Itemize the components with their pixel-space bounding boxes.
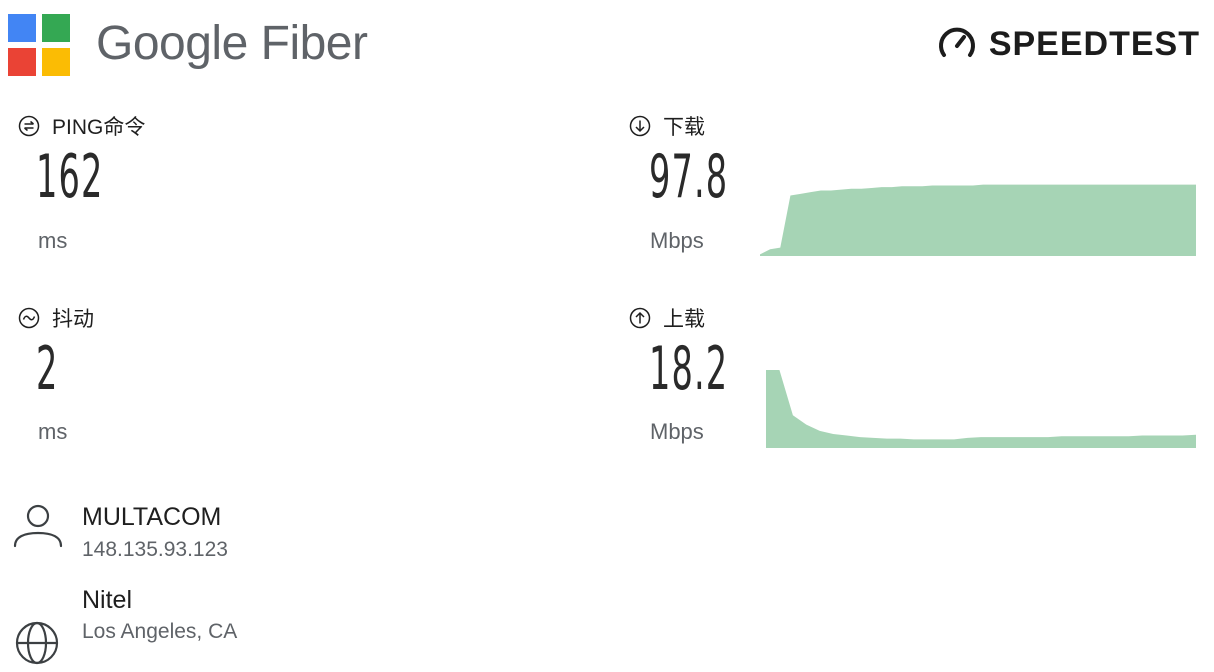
logo-red-petal <box>8 48 36 76</box>
jitter-unit: ms <box>38 419 68 444</box>
download-speed-chart <box>760 184 1196 256</box>
server-name: Nitel <box>82 586 133 614</box>
speedtest-label: SPEEDTEST <box>988 25 1200 63</box>
jitter-label: 抖动 <box>52 308 94 331</box>
logo-yellow-petal <box>42 48 70 76</box>
brand-name: Google Fiber <box>96 17 368 70</box>
download-label-row: 下载 <box>629 113 705 139</box>
upload-arrow-icon <box>629 307 651 329</box>
google-fiber-logo-icon <box>8 14 70 76</box>
user-icon <box>13 504 63 548</box>
download-unit: Mbps <box>650 228 704 253</box>
ping-value: 162 <box>36 142 104 212</box>
jitter-icon <box>18 307 40 329</box>
download-arrow-icon <box>629 115 651 137</box>
ping-label-row: PING命令 <box>18 113 145 139</box>
speedtest-results-page: Google Fiber SPEEDTEST PING命令 162 ms 抖动 … <box>0 0 1214 672</box>
upload-value: 18.2 <box>649 334 729 404</box>
ping-icon <box>18 115 40 137</box>
isp-ip-address: 148.135.93.123 <box>82 538 228 561</box>
download-label: 下载 <box>663 116 705 139</box>
logo-green-petal <box>42 14 70 42</box>
jitter-label-row: 抖动 <box>18 305 94 331</box>
speedtest-logo: SPEEDTEST <box>937 24 1200 64</box>
upload-unit: Mbps <box>650 419 704 444</box>
download-area <box>760 184 1196 256</box>
logo-blue-petal <box>8 14 36 42</box>
globe-icon <box>15 621 59 665</box>
speedometer-icon <box>938 27 975 57</box>
upload-speed-chart <box>766 370 1196 448</box>
isp-name: MULTACOM <box>82 503 222 531</box>
ping-unit: ms <box>38 228 68 253</box>
ping-label: PING命令 <box>52 116 146 139</box>
upload-label: 上载 <box>663 308 705 331</box>
upload-label-row: 上载 <box>629 305 705 331</box>
upload-area <box>766 370 1196 448</box>
server-location: Los Angeles, CA <box>82 620 238 643</box>
download-value: 97.8 <box>649 142 729 212</box>
jitter-value: 2 <box>36 334 59 404</box>
